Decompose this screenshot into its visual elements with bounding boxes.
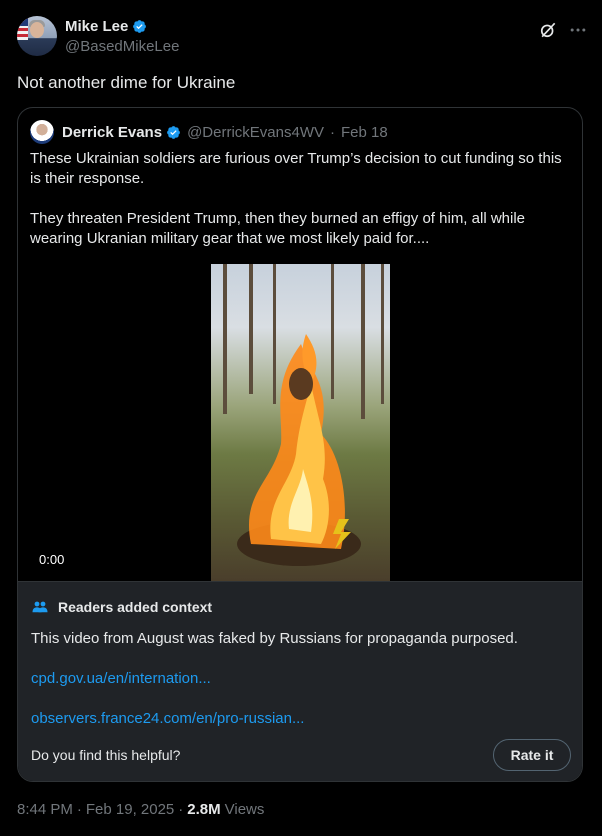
- community-note-link[interactable]: observers.france24.com/en/pro-russian...: [31, 710, 304, 727]
- community-note-title: Readers added context: [31, 598, 212, 616]
- community-note-link[interactable]: cpd.gov.ua/en/internation...: [31, 670, 211, 687]
- video-player[interactable]: 0:00: [18, 264, 582, 581]
- views-count: 2.8M: [187, 801, 221, 818]
- tweet-date[interactable]: Feb 19, 2025: [86, 801, 174, 818]
- community-note-title-text: Readers added context: [58, 599, 213, 615]
- people-icon: [32, 601, 48, 613]
- quoted-paragraph: These Ukrainian soldiers are furious ove…: [30, 150, 562, 187]
- verified-badge-icon: [167, 125, 180, 139]
- quoted-handle[interactable]: @DerrickEvans4WV: [187, 124, 324, 141]
- quoted-avatar[interactable]: [30, 120, 54, 144]
- meta-separator: ·: [178, 801, 184, 818]
- meta-separator: ·: [76, 801, 82, 818]
- tweet-meta: 8:44 PM · Feb 19, 2025 · 2.8M Views: [17, 801, 264, 818]
- video-timestamp: 0:00: [39, 552, 65, 567]
- quoted-paragraph: They threaten President Trump, then they…: [30, 210, 525, 247]
- tweet-text: Not another dime for Ukraine: [17, 73, 236, 92]
- quoted-separator: ·: [330, 123, 335, 141]
- author-handle[interactable]: @BasedMikeLee: [65, 38, 179, 55]
- more-icon[interactable]: [568, 20, 588, 40]
- avatar[interactable]: [17, 16, 57, 56]
- tweet-time[interactable]: 8:44 PM: [17, 801, 73, 818]
- community-note: Readers added context This video from Au…: [18, 581, 582, 781]
- quoted-display-name[interactable]: Derrick Evans: [62, 124, 162, 141]
- community-note-body: This video from August was faked by Russ…: [31, 630, 518, 647]
- helpful-question: Do you find this helpful?: [31, 747, 181, 763]
- tweet-header: Mike Lee @BasedMikeLee: [17, 16, 588, 58]
- rate-it-button[interactable]: Rate it: [493, 739, 571, 771]
- quoted-date[interactable]: Feb 18: [341, 124, 388, 141]
- verified-badge-icon: [133, 20, 147, 33]
- author-block: Mike Lee @BasedMikeLee: [65, 16, 179, 58]
- views-label: Views: [224, 801, 265, 818]
- quoted-text: These Ukrainian soldiers are furious ove…: [30, 149, 570, 269]
- video-thumbnail: [211, 264, 390, 581]
- grok-icon[interactable]: [538, 20, 558, 40]
- author-display-name[interactable]: Mike Lee: [65, 18, 128, 35]
- quoted-tweet[interactable]: Derrick Evans @DerrickEvans4WV · Feb 18 …: [17, 107, 583, 782]
- quoted-header: Derrick Evans @DerrickEvans4WV · Feb 18: [30, 120, 388, 144]
